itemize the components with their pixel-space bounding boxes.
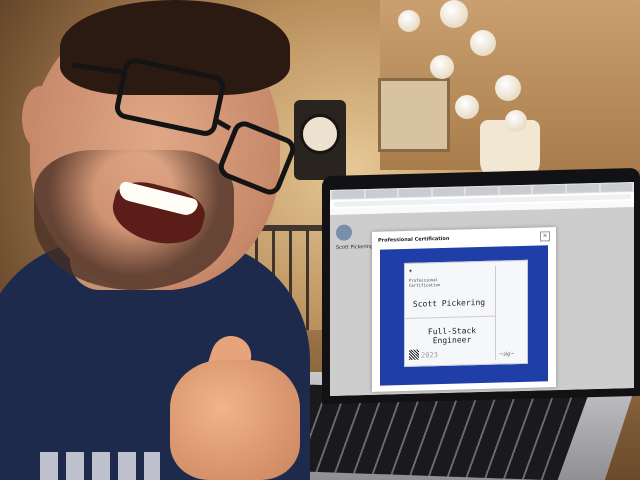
picture-frame: [378, 78, 450, 152]
browser-tab[interactable]: [332, 190, 364, 199]
photo-scene: Scott Pickering Professional Certificati…: [0, 0, 640, 480]
browser-tab[interactable]: [365, 189, 398, 199]
certificate-background: ◈ Professional Certification Scott Picke…: [380, 245, 548, 386]
modal-title: Professional Certification: [378, 235, 450, 244]
cotton-stem: [430, 55, 454, 79]
thumbs-up-hand: [170, 360, 300, 480]
browser-tab[interactable]: [600, 183, 633, 192]
certificate-role: Full-Stack Engineer: [427, 326, 477, 346]
browser-tab[interactable]: [466, 186, 498, 196]
certification-modal: Professional Certification × ◈ Professio…: [372, 227, 556, 392]
page-content: Scott Pickering Professional Certificati…: [330, 207, 634, 396]
browser-tab[interactable]: [432, 187, 465, 197]
certificate-divider: [405, 315, 495, 320]
certificate: ◈ Professional Certification Scott Picke…: [404, 259, 528, 368]
browser-tab[interactable]: [399, 188, 431, 198]
certificate-details-column: [495, 264, 524, 360]
signature-icon: ~sig~: [499, 351, 515, 358]
browser-tab[interactable]: [566, 183, 599, 193]
cotton-stem: [470, 30, 496, 56]
browser-tab[interactable]: [533, 184, 565, 194]
cotton-stem: [495, 75, 521, 101]
browser-window: Scott Pickering Professional Certificati…: [330, 182, 634, 396]
cotton-stem: [440, 0, 468, 28]
qr-code-icon: [409, 349, 419, 360]
certificate-type: Professional Certification: [409, 277, 449, 288]
cotton-stem: [505, 110, 527, 132]
certificate-type-line: Certification: [409, 282, 441, 288]
cotton-stem: [398, 10, 420, 32]
certificate-holder-name: Scott Pickering: [412, 297, 486, 309]
logo-icon: ◈: [409, 267, 413, 273]
certificate-year: 2023: [421, 351, 438, 360]
cotton-stem: [455, 95, 479, 119]
close-icon[interactable]: ×: [540, 231, 550, 242]
shirt-print: [40, 452, 160, 480]
browser-tab[interactable]: [499, 185, 532, 195]
